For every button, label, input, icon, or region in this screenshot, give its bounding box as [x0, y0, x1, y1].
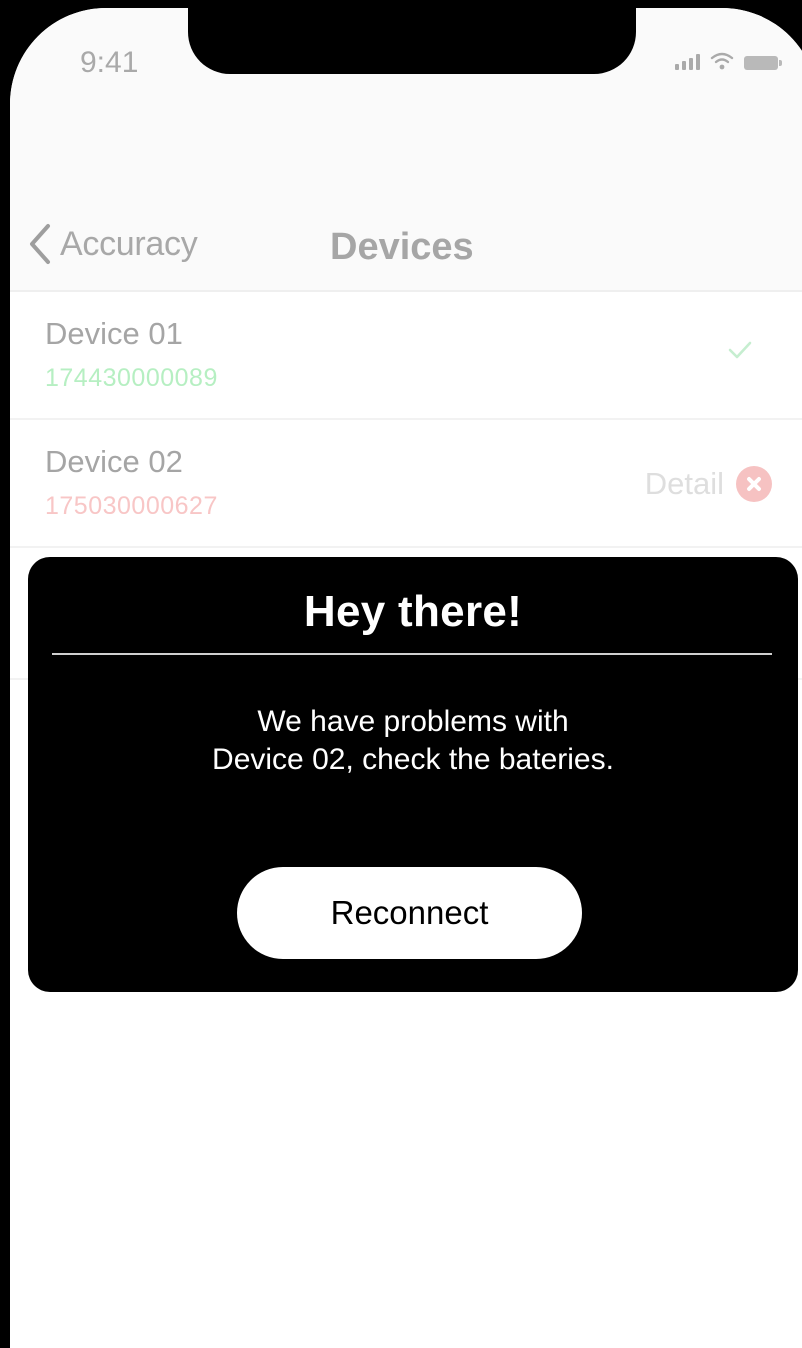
detail-link[interactable]: Detail [645, 466, 772, 502]
page-title: Devices [330, 226, 474, 268]
device-name: Device 01 [45, 316, 183, 351]
dialog-divider [52, 653, 772, 655]
device-row-01[interactable]: Device 01 174430000089 [10, 292, 802, 420]
back-button[interactable]: Accuracy [26, 222, 198, 266]
dialog-title: Hey there! [303, 587, 523, 636]
error-icon [736, 466, 772, 502]
check-icon [728, 341, 752, 359]
device-serial: 174430000089 [45, 364, 218, 392]
device-row-02[interactable]: Device 02 175030000627 Detail [10, 420, 802, 548]
chevron-left-icon [30, 224, 50, 264]
signal-icon [675, 54, 700, 70]
wifi-icon [710, 52, 734, 70]
reconnect-button[interactable]: Reconnect [237, 867, 582, 959]
status-time: 9:41 [80, 46, 139, 79]
status-icons [675, 52, 782, 70]
device-notch [188, 8, 636, 74]
battery-icon [744, 56, 782, 70]
alert-dialog: Hey there! We have problems with Device … [28, 557, 798, 992]
back-button-label: Accuracy [60, 224, 198, 263]
dialog-message-line: We have problems with [257, 705, 569, 738]
device-name: Device 02 [45, 444, 183, 479]
dialog-message-line: Device 02, check the bateries. [212, 743, 614, 776]
detail-label: Detail [644, 466, 724, 501]
dialog-message: We have problems with Device 02, check t… [68, 703, 758, 779]
device-serial: 175030000627 [45, 492, 218, 520]
